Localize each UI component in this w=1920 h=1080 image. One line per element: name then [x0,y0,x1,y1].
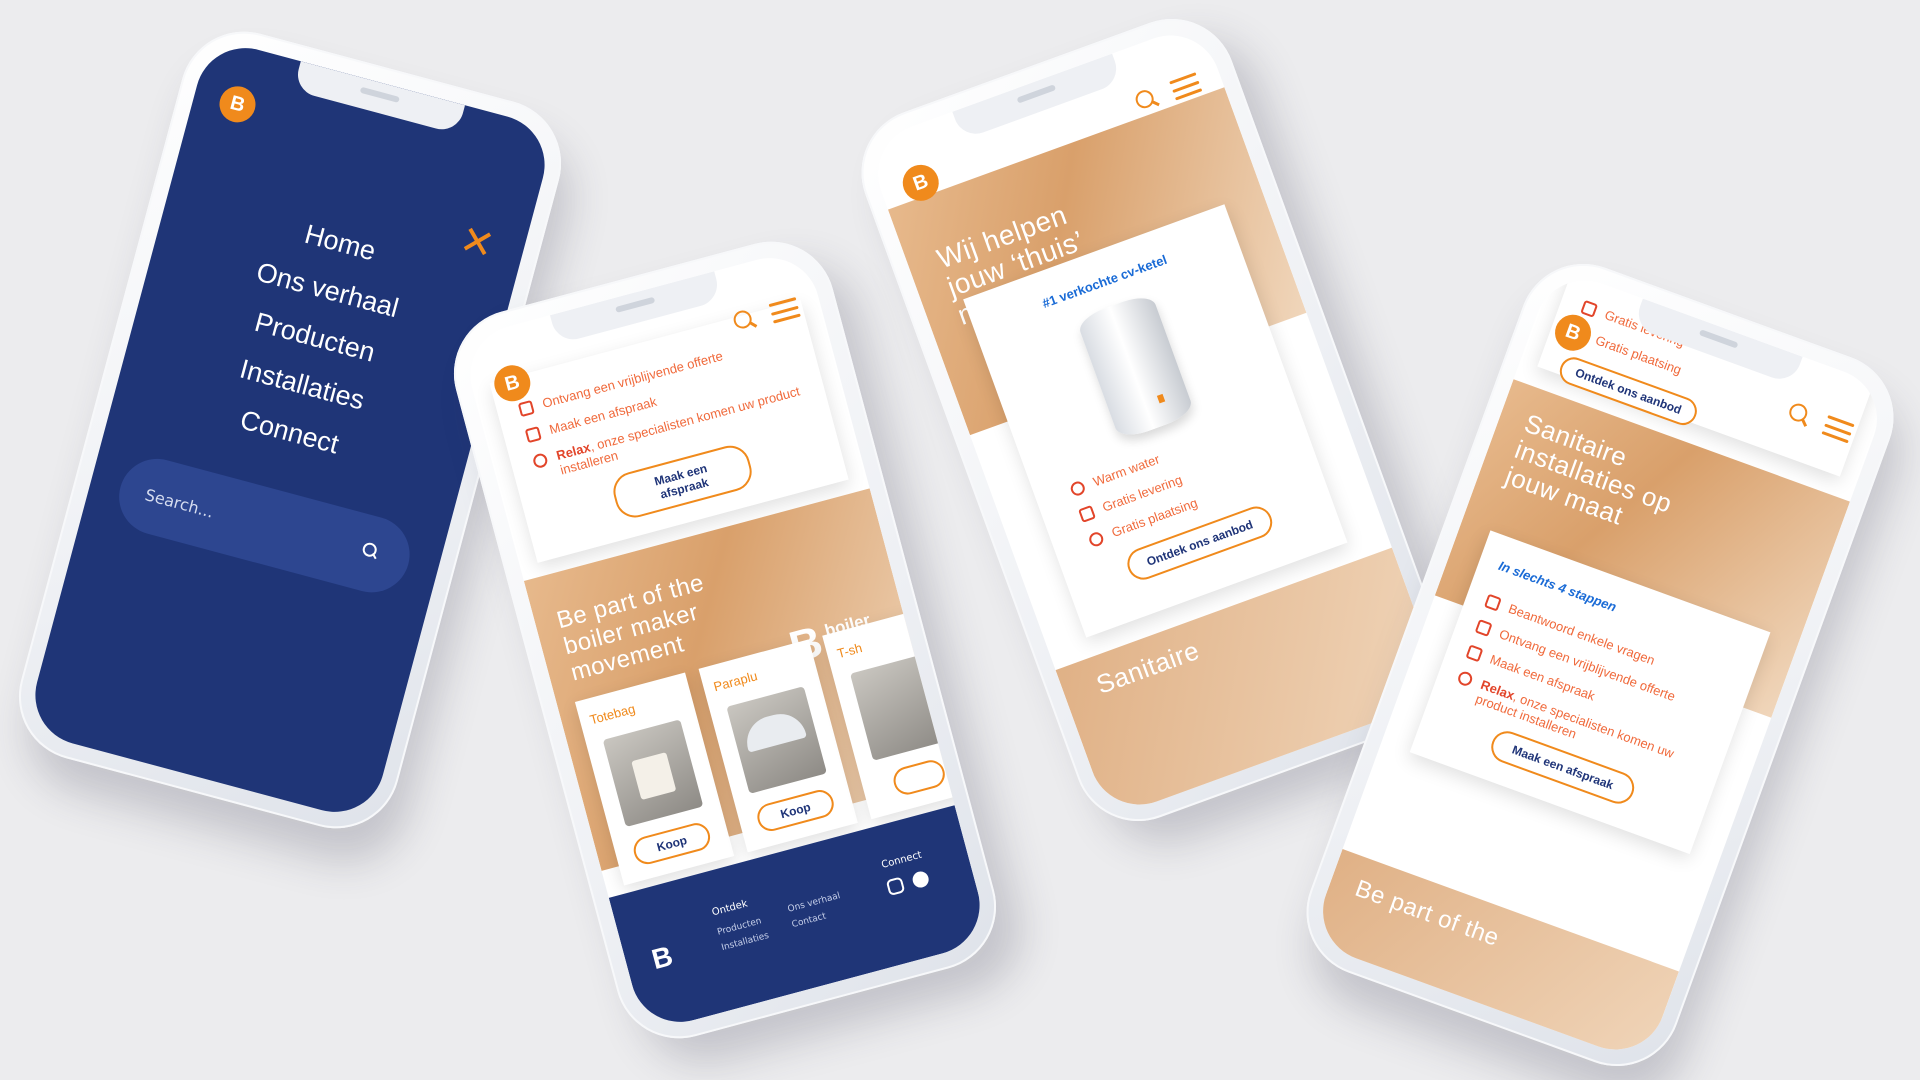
calendar-icon [1465,644,1484,663]
section-title: Sanitaire [1092,634,1204,700]
truck-icon [1078,504,1096,523]
footer-column-ontdek: Ontdek Producten Installaties [710,893,771,956]
calendar-icon [524,426,542,444]
product-name: Paraplu [711,668,760,695]
water-icon [1068,479,1087,498]
offer-icon [517,399,535,418]
buy-button[interactable]: Koop [630,819,714,868]
list-icon [1483,593,1502,612]
search-icon[interactable] [359,541,386,568]
search-placeholder: Search... [143,484,216,522]
movement-hero: Be part of the [1309,849,1679,1064]
sanitary-screen: Gratis levering Gratis plaatsing Ontdek … [1309,266,1891,1064]
twitter-icon[interactable] [910,869,931,890]
hamburger-menu-icon[interactable] [1169,72,1203,101]
boiler-image [1075,291,1196,442]
mockup-stage: B ✕ Home Ons verhaal Producten Installat… [0,0,1920,1080]
search-icon[interactable] [732,307,759,334]
footer-logo[interactable]: B [648,940,676,976]
buy-button[interactable]: Koop [753,786,838,835]
product-name: T-sh [835,640,864,662]
logo-icon[interactable]: B [215,82,260,127]
search-icon[interactable] [1785,401,1813,429]
search-icon[interactable] [1133,86,1161,114]
tshirt-image [849,652,951,761]
totebag-image [602,718,704,827]
installer-icon [1456,669,1475,688]
umbrella-image [726,685,827,794]
footer-heading: Connect [880,849,924,871]
product-name: Totebag [588,700,637,728]
instagram-icon[interactable] [885,876,906,897]
buy-button[interactable] [890,757,948,798]
shop-screen: B Ontvang een vrijblijvende offerte Maak… [459,246,991,1034]
hamburger-menu-icon[interactable] [768,297,801,324]
installer-icon [531,452,549,470]
footer-column-2: Ons verhaal Contact [786,888,846,933]
section-title: Be part of the [1351,874,1503,952]
truck-icon [1580,299,1599,318]
phone-notch [293,61,466,135]
installer-icon [1087,530,1106,549]
hero-title: Sanitaire installaties op jouw maat [1501,407,1677,531]
offer-icon [1474,619,1493,637]
product-screen: B Wij helpen jouw ‘thuis’ maken #1 verko… [864,21,1446,819]
footer-social: Connect [880,847,941,899]
